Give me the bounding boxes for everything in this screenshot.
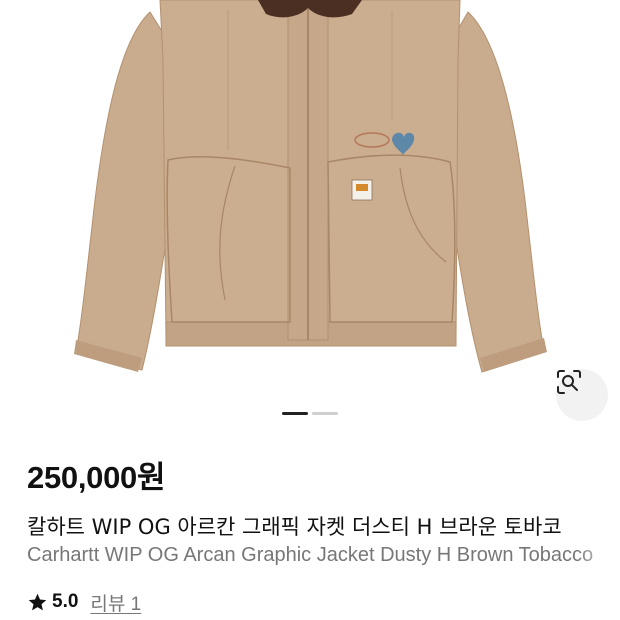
product-price: 250,000원 — [27, 460, 166, 495]
product-image-carousel[interactable] — [0, 0, 620, 430]
product-title-english: Carhartt WIP OG Arcan Graphic Jacket Dus… — [27, 544, 594, 566]
carousel-dot[interactable] — [312, 412, 338, 415]
rating-value: 5.0 — [52, 591, 79, 612]
star-icon — [28, 593, 47, 610]
product-title-korean: 칼하트 WIP OG 아르칸 그래픽 자켓 더스티 H 브라운 토바코 — [27, 515, 562, 539]
image-search-icon — [557, 370, 581, 394]
jacket-product-photo — [74, 0, 547, 373]
carousel-dot-active[interactable] — [282, 412, 308, 415]
carousel-indicator — [0, 412, 620, 416]
rating-row: 5.0 리뷰 1 — [27, 589, 141, 616]
review-count-link[interactable]: 리뷰 1 — [90, 589, 141, 616]
